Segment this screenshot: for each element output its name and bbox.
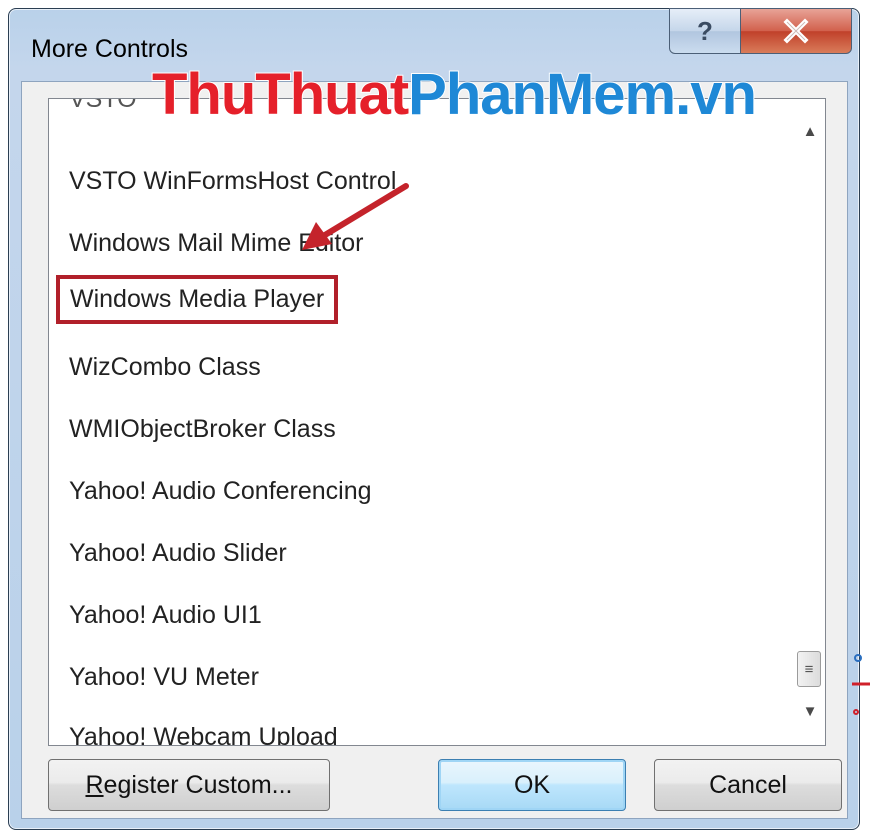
register-mnemonic: R [85,770,104,799]
help-button[interactable]: ? [669,8,741,54]
register-label: egister Custom... [103,770,293,799]
cancel-label: Cancel [709,770,787,799]
close-icon [783,18,809,44]
watermark-logo: ThuThuatPhanMem.vn [151,65,758,125]
chevron-down-icon: ▼ [802,702,818,720]
more-controls-dialog: More Controls ? VSTO VSTO WinFormsHost C… [8,8,860,830]
scroll-thumb[interactable]: ≡ [797,651,821,687]
help-icon: ? [697,15,713,46]
close-button[interactable] [740,8,852,54]
grip-icon: ≡ [804,660,814,678]
list-item[interactable]: Yahoo! Audio UI1 [69,601,262,630]
list-item[interactable]: Yahoo! Audio Slider [69,539,287,568]
ok-button[interactable]: OK [438,759,626,811]
list-item[interactable]: Yahoo! VU Meter [69,663,259,692]
controls-listbox[interactable]: VSTO VSTO WinFormsHost Control Windows M… [48,98,826,746]
list-item-partial[interactable]: VSTO [69,99,137,114]
list-item-windows-media-player[interactable]: Windows Media Player [56,275,339,324]
vertical-scrollbar[interactable]: ▲ ≡ ▼ [795,99,825,745]
dialog-content: VSTO VSTO WinFormsHost Control Windows M… [21,81,848,819]
chevron-up-icon: ▲ [802,122,818,140]
dialog-title: More Controls [31,35,188,63]
ok-label: OK [513,770,551,799]
list-item[interactable]: WizCombo Class [69,353,261,382]
list-item[interactable]: WMIObjectBroker Class [69,415,336,444]
register-custom-button[interactable]: Register Custom... [48,759,330,811]
list-item[interactable]: Yahoo! Audio Conferencing [69,477,372,506]
list-item[interactable]: Yahoo! Webcam Upload [69,723,338,745]
red-arrow-icon [302,183,409,250]
scroll-up-button[interactable]: ▲ [795,117,825,145]
watermark-part-1: ThuThuat [151,62,410,127]
scroll-down-button[interactable]: ▼ [795,697,825,725]
cancel-button[interactable]: Cancel [654,759,842,811]
watermark-part-2: PhanMem.vn [407,62,758,127]
edge-markers [852,654,870,715]
